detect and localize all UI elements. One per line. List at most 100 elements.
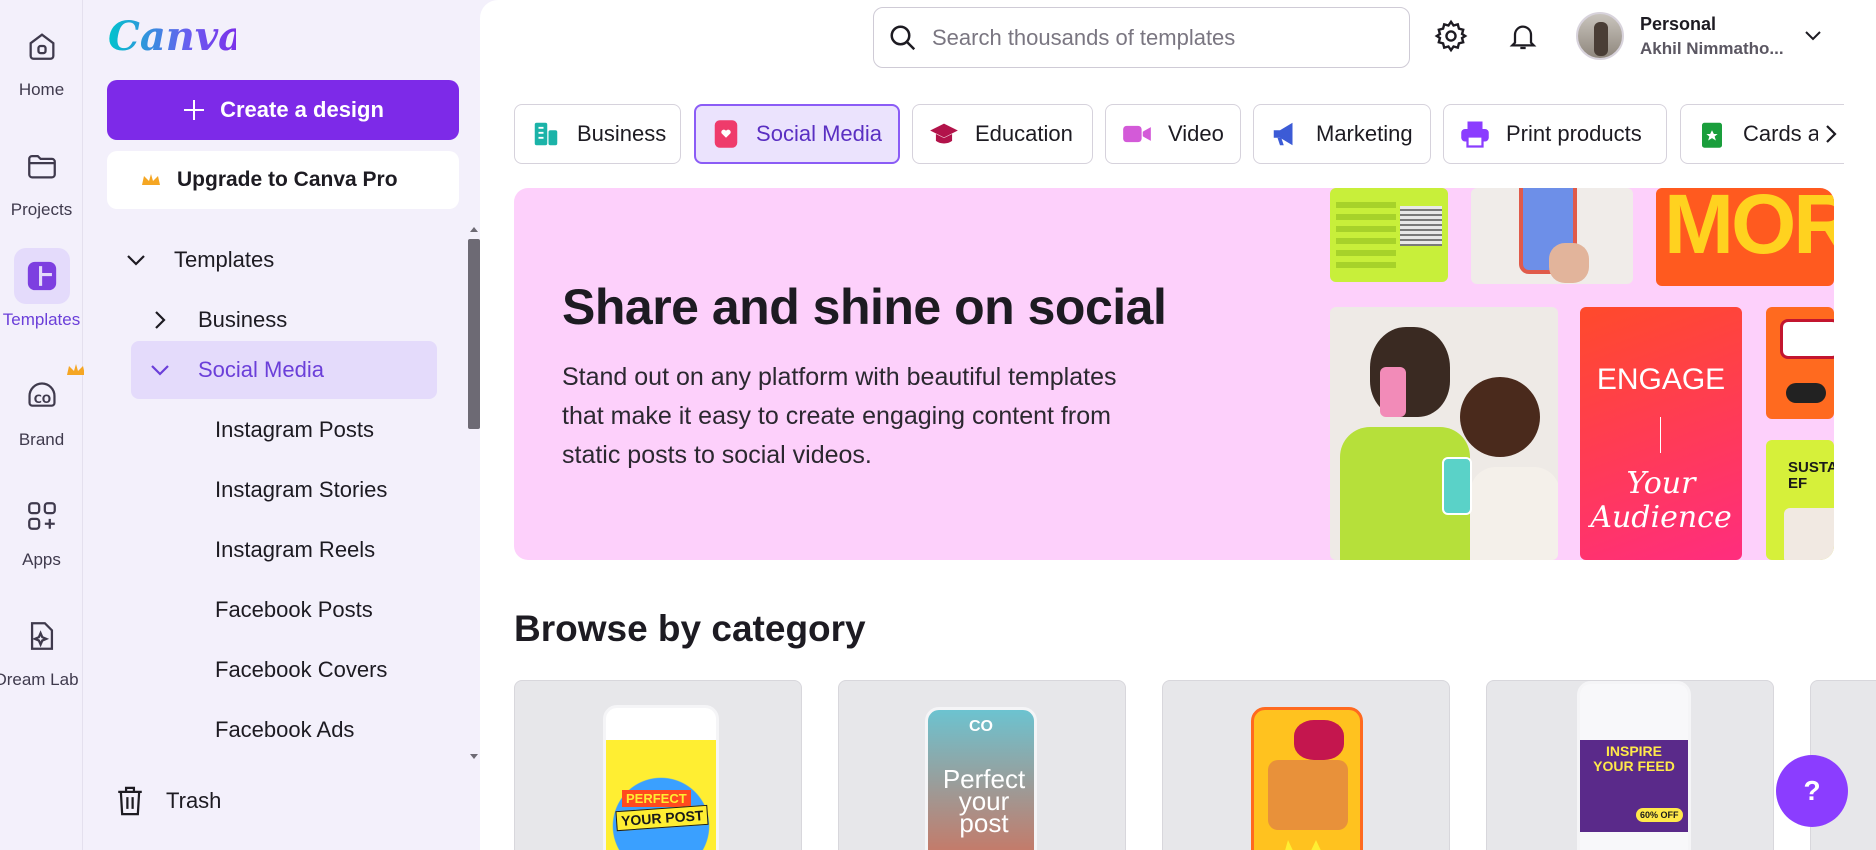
tree-item-facebook-posts[interactable]: Facebook Posts	[215, 581, 373, 639]
tile-text-engage: ENGAGE	[1596, 363, 1726, 396]
chip-label: Social Media	[756, 121, 882, 146]
rail-item-home[interactable]: Home	[0, 18, 83, 100]
left-rail: Home Projects Templates CO Brand Apps Dr…	[0, 0, 85, 850]
search-icon	[890, 25, 916, 50]
chip-print-products[interactable]: Print products	[1443, 104, 1667, 164]
hero-tile-couple-photo	[1330, 307, 1558, 560]
card-phone-mockup: INSPIRE YOUR FEED 60% OFF	[1577, 681, 1691, 850]
scroll-up-icon[interactable]	[469, 225, 479, 233]
scroll-down-icon[interactable]	[469, 753, 479, 761]
category-card[interactable]: PERFECT YOUR POST	[514, 680, 802, 850]
profile-menu[interactable]: Personal Akhil Nimmatho...	[1576, 12, 1822, 60]
tree-item-instagram-stories[interactable]: Instagram Stories	[215, 461, 387, 519]
tree-label-business: Business	[198, 307, 288, 332]
chevron-down-icon	[124, 248, 148, 272]
tree-item-social-media[interactable]: Social Media	[131, 341, 437, 399]
trash-icon	[118, 786, 142, 816]
rail-item-templates[interactable]: Templates	[0, 248, 83, 330]
video-icon	[1122, 119, 1152, 149]
browse-heading: Browse by category	[514, 608, 866, 649]
business-icon	[531, 119, 561, 149]
category-card[interactable]: INSPIRE YOUR FEED 60% OFF	[1486, 680, 1774, 850]
hero-tile-engage: ENGAGE Your Audience	[1580, 307, 1742, 560]
plus-icon	[184, 100, 205, 120]
tree-label-social-media: Social Media	[198, 357, 324, 382]
help-label: ?	[1803, 775, 1821, 806]
chip-education[interactable]: Education	[912, 104, 1093, 164]
hero-tile-chat-bubbles	[1766, 307, 1834, 419]
marketing-icon	[1270, 119, 1300, 149]
hero-tile-more: MOR	[1656, 188, 1834, 286]
home-icon	[14, 18, 70, 74]
chip-business[interactable]: Business	[514, 104, 681, 164]
chip-video[interactable]: Video	[1105, 104, 1241, 164]
tree-label: Facebook Posts	[215, 597, 373, 622]
svg-text:Canva: Canva	[108, 13, 236, 60]
create-design-button[interactable]: Create a design	[107, 80, 459, 140]
upgrade-button[interactable]: Upgrade to Canva Pro	[107, 151, 459, 209]
profile-subtitle: Akhil Nimmatho...	[1640, 38, 1784, 58]
chip-label: Business	[577, 121, 667, 146]
card-phone-mockup: CO Perfect your post	[925, 707, 1037, 850]
card-text: PERFECT	[622, 790, 691, 807]
create-design-label: Create a design	[220, 97, 384, 122]
trash-item[interactable]: Trash	[114, 784, 221, 818]
chevron-right-icon	[148, 308, 172, 332]
tree-item-templates[interactable]: Templates	[124, 231, 424, 289]
search-bar[interactable]	[873, 7, 1410, 68]
help-button[interactable]: ?	[1776, 755, 1848, 827]
rail-item-apps[interactable]: Apps	[0, 488, 83, 570]
chips-next-button[interactable]	[1818, 118, 1844, 150]
rail-label-home: Home	[18, 80, 65, 99]
tree-label: Instagram Stories	[215, 477, 388, 502]
tile-text-your-audience: Your Audience	[1590, 466, 1732, 535]
category-card[interactable]	[1162, 680, 1450, 850]
print-icon	[1460, 119, 1490, 149]
notifications-button[interactable]	[1505, 18, 1541, 54]
chip-label: Print products	[1506, 121, 1642, 146]
chevron-down-icon	[1804, 31, 1821, 41]
rail-label-dream-lab: Dream Lab	[0, 670, 79, 689]
hero-title: Share and shine on social	[562, 279, 1167, 335]
crown-icon	[66, 364, 85, 375]
sidebar: Canva Create a design Upgrade to Canva P…	[84, 0, 480, 850]
canva-logo[interactable]: Canva	[106, 12, 244, 65]
rail-item-projects[interactable]: Projects	[0, 138, 83, 220]
avatar	[1576, 12, 1624, 60]
card-phone-mockup: PERFECT YOUR POST	[603, 705, 719, 850]
settings-button[interactable]	[1433, 18, 1469, 54]
svg-text:CO: CO	[33, 393, 51, 406]
main-content: Personal Akhil Nimmatho... Business Soci…	[480, 0, 1876, 850]
chip-label: Video	[1168, 121, 1224, 146]
chip-social-media[interactable]: Social Media	[694, 104, 900, 164]
tree-label: Facebook Ads	[215, 717, 355, 742]
rail-label-brand: Brand	[18, 430, 65, 449]
rail-item-brand[interactable]: CO Brand	[0, 364, 85, 450]
tree-item-facebook-covers[interactable]: Facebook Covers	[215, 641, 387, 699]
upgrade-label: Upgrade to Canva Pro	[177, 168, 398, 191]
education-icon	[929, 119, 959, 149]
card-text: CO	[969, 718, 993, 735]
tree-item-instagram-posts[interactable]: Instagram Posts	[215, 401, 374, 459]
trash-label: Trash	[166, 788, 222, 813]
hero-tile-green-poster	[1330, 188, 1448, 282]
category-card[interactable]: CO Perfect your post	[838, 680, 1126, 850]
scrollbar-thumb[interactable]	[468, 239, 480, 429]
rail-label-projects: Projects	[10, 200, 73, 219]
tree-item-instagram-reels[interactable]: Instagram Reels	[215, 521, 375, 579]
rail-item-dream-lab[interactable]: Dream Lab	[0, 608, 83, 690]
tree-label: Instagram Posts	[215, 417, 374, 442]
hero-description: Stand out on any platform with beautiful…	[562, 363, 1117, 469]
crown-icon	[142, 174, 160, 185]
gear-icon	[1434, 19, 1468, 53]
bell-icon	[1509, 25, 1537, 50]
tile-text-more: MOR	[1664, 188, 1834, 271]
tree-item-facebook-ads[interactable]: Facebook Ads	[215, 701, 354, 759]
card-text: Perfect your post	[942, 764, 1026, 838]
tile-text-susta: SUSTA EF	[1788, 459, 1834, 492]
social-media-icon	[712, 119, 740, 149]
chip-marketing[interactable]: Marketing	[1253, 104, 1431, 164]
cards-icon	[1697, 119, 1727, 149]
search-input[interactable]	[932, 24, 1372, 51]
sidebar-scrollbar[interactable]	[465, 225, 480, 765]
